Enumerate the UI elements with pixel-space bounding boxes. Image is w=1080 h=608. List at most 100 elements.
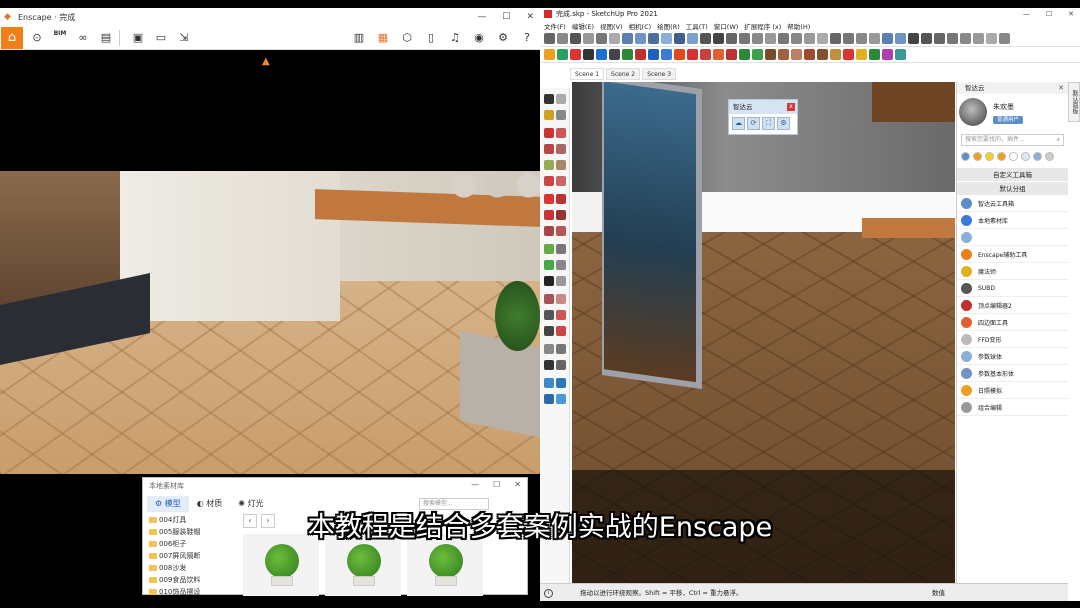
section-custom-toolbox[interactable]: 自定义工具箱: [957, 167, 1068, 181]
collapse-caret-icon[interactable]: ▲: [262, 56, 270, 67]
tape-icon[interactable]: [921, 33, 932, 44]
menu-edit[interactable]: 编辑(E): [572, 21, 594, 31]
pan-tool-icon[interactable]: [556, 294, 566, 304]
scale-tool-icon[interactable]: [544, 226, 554, 236]
arc-tool-icon[interactable]: [544, 176, 554, 186]
ext-7-icon[interactable]: [622, 49, 633, 60]
rotrect-tool-icon[interactable]: [556, 144, 566, 154]
ext-11-icon[interactable]: [674, 49, 685, 60]
eye-icon[interactable]: ◉: [470, 29, 488, 47]
iso-icon[interactable]: [752, 33, 763, 44]
scene-tab-2[interactable]: Scene 2: [606, 68, 641, 80]
gear-icon[interactable]: ⚙: [494, 29, 512, 47]
style-icon[interactable]: [999, 33, 1010, 44]
binoculars-icon[interactable]: ∞: [74, 29, 92, 47]
library-maximize-button[interactable]: ☐: [493, 480, 500, 489]
offset-tool-icon[interactable]: [556, 226, 566, 236]
category-item[interactable]: 008沙发: [147, 562, 239, 574]
close-button[interactable]: ✕: [526, 12, 534, 22]
scene-tab-1[interactable]: Scene 1: [570, 68, 605, 80]
info-icon[interactable]: i: [544, 589, 553, 598]
ext-27-icon[interactable]: [882, 49, 893, 60]
ext-21-icon[interactable]: [804, 49, 815, 60]
ext-23-icon[interactable]: [830, 49, 841, 60]
new-icon[interactable]: [544, 33, 555, 44]
ext-15-icon[interactable]: [726, 49, 737, 60]
polygon-tool-icon[interactable]: [556, 160, 566, 170]
quick-circle-icon[interactable]: [1009, 152, 1018, 161]
panel-item[interactable]: 参数基本形体: [957, 365, 1068, 382]
sync-icon[interactable]: ⟳: [747, 117, 760, 130]
bim-button[interactable]: BIM: [51, 29, 69, 47]
quick-gray-icon[interactable]: [1045, 152, 1054, 161]
batch-render-icon[interactable]: ▭: [152, 29, 170, 47]
select-icon[interactable]: [635, 33, 646, 44]
rotate-tool-icon[interactable]: [544, 210, 554, 220]
dim-tool-icon[interactable]: [556, 244, 566, 254]
paint-tool-icon[interactable]: [544, 110, 554, 120]
cube-icon[interactable]: ⬡: [398, 29, 416, 47]
textured-icon[interactable]: [882, 33, 893, 44]
sound-icon[interactable]: ♫: [446, 29, 464, 47]
panel-item[interactable]: FFD变形: [957, 331, 1068, 348]
category-item[interactable]: 010饰品摆设: [147, 586, 239, 598]
ext-25-icon[interactable]: [856, 49, 867, 60]
enscape-render-viewport[interactable]: [0, 171, 540, 474]
panel-item[interactable]: 参数球体: [957, 348, 1068, 365]
ext-9-icon[interactable]: [648, 49, 659, 60]
orbit-tool-icon[interactable]: [544, 294, 554, 304]
eraser-tool-icon[interactable]: [556, 94, 566, 104]
library-close-button[interactable]: ✕: [514, 480, 521, 489]
ext-3-icon[interactable]: [570, 49, 581, 60]
circle-tool-icon[interactable]: [544, 160, 554, 170]
category-item[interactable]: 009食品饮料: [147, 574, 239, 586]
walk-tool-icon[interactable]: [544, 360, 554, 370]
clapper-icon[interactable]: ▤: [97, 29, 115, 47]
ext-22-icon[interactable]: [817, 49, 828, 60]
panel-item[interactable]: 顶点编辑器2: [957, 297, 1068, 314]
3dtext-tool-icon[interactable]: [556, 276, 566, 286]
wireframe-icon[interactable]: [843, 33, 854, 44]
previous-tool-icon[interactable]: [556, 326, 566, 336]
ext-26-icon[interactable]: [869, 49, 880, 60]
menu-help[interactable]: 帮助(H): [787, 21, 810, 31]
ext-18-icon[interactable]: [765, 49, 776, 60]
avatar[interactable]: [959, 98, 987, 126]
ext-24-icon[interactable]: [843, 49, 854, 60]
stamp-icon[interactable]: [544, 394, 554, 404]
asset-library-icon[interactable]: ▦: [374, 29, 392, 47]
push-tool-icon[interactable]: [556, 194, 566, 204]
zoom-extents-icon[interactable]: [739, 33, 750, 44]
section-tool-icon[interactable]: [556, 360, 566, 370]
fullscreen-icon[interactable]: ⛶: [762, 117, 775, 130]
maximize-button[interactable]: ☐: [502, 12, 510, 22]
zoom-tool-icon[interactable]: [544, 310, 554, 320]
axes-tool-icon[interactable]: [544, 276, 554, 286]
search-icon[interactable]: ⌕: [1057, 135, 1060, 145]
books-icon[interactable]: ▯: [422, 29, 440, 47]
quick-globe-icon[interactable]: [1033, 152, 1042, 161]
orbit-icon[interactable]: [700, 33, 711, 44]
text-tool-icon[interactable]: [556, 260, 566, 270]
settings-icon[interactable]: ⚙: [777, 117, 790, 130]
quick-star-icon[interactable]: [997, 152, 1006, 161]
library-minimize-button[interactable]: —: [471, 480, 479, 489]
su-minimize-button[interactable]: —: [1023, 10, 1030, 18]
shadow-icon[interactable]: [973, 33, 984, 44]
followme-tool-icon[interactable]: [556, 210, 566, 220]
mono-icon[interactable]: [895, 33, 906, 44]
box-icon[interactable]: [622, 33, 633, 44]
minimize-button[interactable]: —: [477, 12, 486, 22]
zoom-extents-tool-icon[interactable]: [544, 326, 554, 336]
drape-icon[interactable]: [556, 394, 566, 404]
menu-camera[interactable]: 相机(C): [629, 21, 652, 31]
panel-search-input[interactable]: 搜索您要找的，插件... ⌕: [961, 134, 1064, 146]
quick-sun-icon[interactable]: [985, 152, 994, 161]
rect-tool-icon[interactable]: [544, 144, 554, 154]
ext-12-icon[interactable]: [687, 49, 698, 60]
sandbox-icon[interactable]: [544, 378, 554, 388]
line-tool-icon[interactable]: [544, 128, 554, 138]
tape-tool-icon[interactable]: [544, 244, 554, 254]
panel-close-button[interactable]: ✕: [1058, 82, 1064, 94]
cloud-icon[interactable]: ☁: [732, 117, 745, 130]
